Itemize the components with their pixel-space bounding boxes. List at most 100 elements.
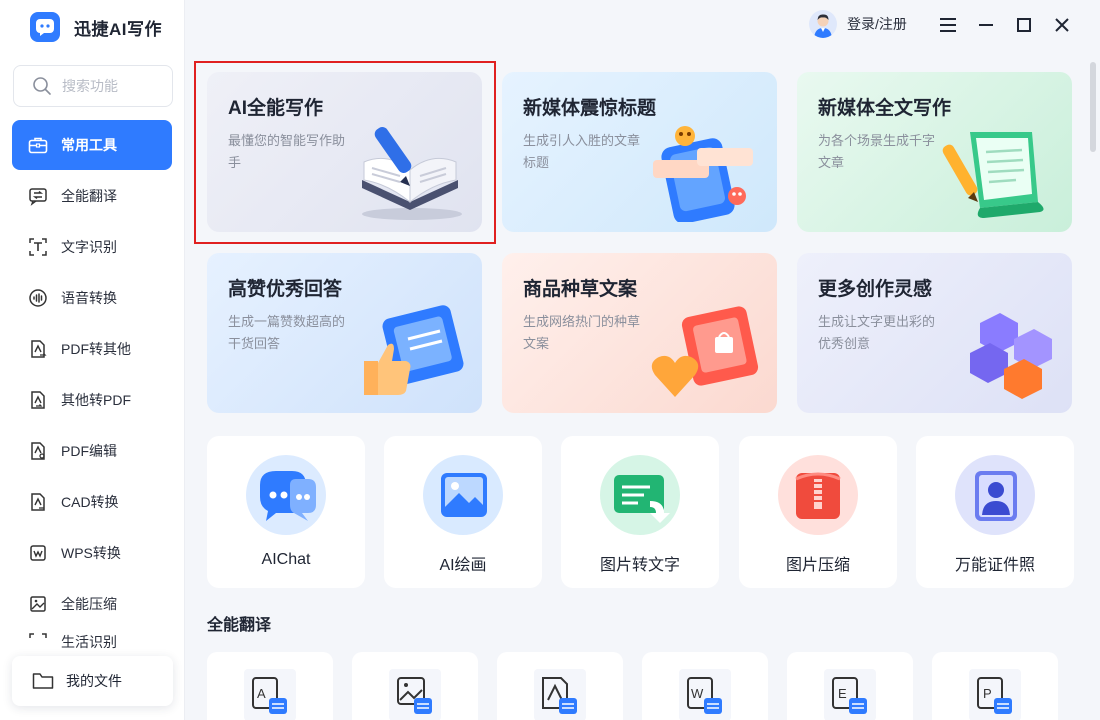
close-button[interactable] bbox=[1050, 13, 1074, 37]
svg-text:E: E bbox=[838, 686, 847, 701]
avatar bbox=[809, 10, 837, 38]
pdf-convert-icon bbox=[27, 338, 49, 360]
tool-label: AI绘画 bbox=[439, 557, 487, 574]
title-bar: 登录/注册 bbox=[186, 0, 1100, 50]
blocks-icon bbox=[970, 313, 1052, 399]
thumbs-up-doc-icon bbox=[364, 305, 464, 395]
sidebar-item-translate[interactable]: 全能翻译 bbox=[12, 170, 172, 221]
card-title: 新媒体全文写作 bbox=[818, 98, 952, 119]
sidebar-item-label: PDF编辑 bbox=[61, 442, 117, 459]
pdf-translate-icon bbox=[534, 669, 586, 720]
tool-aichat[interactable]: AIChat bbox=[207, 436, 365, 588]
sidebar-item-pdf-to-other[interactable]: PDF转其他 bbox=[12, 323, 172, 374]
cad-icon bbox=[27, 491, 49, 513]
search-placeholder: 搜索功能 bbox=[62, 78, 118, 94]
sidebar-item-common-tools[interactable]: 常用工具 bbox=[12, 120, 172, 170]
card-title: 新媒体震惊标题 bbox=[523, 98, 657, 119]
scrollbar[interactable] bbox=[1090, 62, 1096, 152]
login-label: 登录/注册 bbox=[847, 16, 907, 32]
card-desc: 最懂您的智能写作助手 bbox=[228, 133, 346, 170]
svg-text:A: A bbox=[257, 686, 266, 701]
login-button[interactable]: 登录/注册 bbox=[809, 10, 907, 38]
card-desc: 为各个场景生成千字文章 bbox=[818, 133, 936, 170]
tool-ai-painting[interactable]: AI绘画 bbox=[384, 436, 542, 588]
search-input[interactable]: 搜索功能 bbox=[13, 65, 173, 107]
menu-button[interactable] bbox=[936, 13, 960, 37]
sidebar-item-cad[interactable]: CAD转换 bbox=[12, 476, 172, 527]
svg-text:W: W bbox=[691, 686, 704, 701]
sidebar-item-label: PDF转其他 bbox=[61, 340, 131, 357]
app-logo-icon bbox=[30, 12, 60, 42]
card-desc: 生成一篇赞数超高的干货回答 bbox=[228, 314, 346, 351]
tool-image-to-text[interactable]: 图片转文字 bbox=[561, 436, 719, 588]
sidebar-item-label: 其他转PDF bbox=[61, 391, 131, 408]
translate-tile[interactable]: E bbox=[787, 652, 913, 720]
sidebar-item-compress[interactable]: 全能压缩 bbox=[12, 578, 172, 629]
translate-icon bbox=[27, 185, 49, 207]
to-pdf-icon bbox=[27, 389, 49, 411]
sidebar-item-life-recognition[interactable]: 生活识别 bbox=[12, 629, 172, 655]
zip-archive-icon bbox=[778, 455, 858, 535]
tool-id-photo[interactable]: 万能证件照 bbox=[916, 436, 1074, 588]
search-icon bbox=[33, 77, 51, 95]
tool-image-compress[interactable]: 图片压缩 bbox=[739, 436, 897, 588]
chat-bubbles-icon bbox=[246, 455, 326, 535]
sidebar-item-label: 常用工具 bbox=[61, 137, 117, 153]
tool-label: 图片压缩 bbox=[785, 557, 850, 574]
tool-label: 图片转文字 bbox=[599, 557, 680, 574]
maximize-icon bbox=[1017, 18, 1031, 32]
maximize-button[interactable] bbox=[1012, 13, 1036, 37]
card-product-copy[interactable]: 商品种草文案 生成网络热门的种草文案 bbox=[502, 253, 777, 413]
my-files-button[interactable]: 我的文件 bbox=[12, 656, 173, 706]
image-text-convert-icon bbox=[600, 455, 680, 535]
toolbox-icon bbox=[27, 134, 49, 156]
image-frame-icon bbox=[423, 455, 503, 535]
sidebar-item-ocr[interactable]: 文字识别 bbox=[12, 221, 172, 272]
heart-bag-icon bbox=[651, 306, 759, 397]
card-ai-writing[interactable]: AI全能写作 最懂您的智能写作助手 bbox=[207, 72, 482, 232]
svg-text:P: P bbox=[983, 686, 992, 701]
card-desc: 生成让文字更出彩的优秀创意 bbox=[818, 314, 936, 351]
word-translate-icon: W bbox=[679, 669, 731, 720]
card-top-answer[interactable]: 高赞优秀回答 生成一篇赞数超高的干货回答 bbox=[207, 253, 482, 413]
hamburger-menu-icon bbox=[940, 18, 956, 32]
tool-label: 万能证件照 bbox=[954, 557, 1035, 574]
open-book-pen-icon bbox=[362, 127, 462, 220]
translate-tile[interactable] bbox=[497, 652, 623, 720]
translate-tile[interactable] bbox=[352, 652, 478, 720]
my-files-label: 我的文件 bbox=[66, 673, 122, 689]
doc-translate-icon: A bbox=[244, 669, 296, 720]
wps-icon bbox=[27, 542, 49, 564]
excel-translate-icon: E bbox=[824, 669, 876, 720]
card-more-ideas[interactable]: 更多创作灵感 生成让文字更出彩的优秀创意 bbox=[797, 253, 1072, 413]
sidebar: 迅捷AI写作 搜索功能 常用工具 全能翻译 文字识别 语音转换 PDF转其他 其… bbox=[0, 0, 185, 720]
card-full-article[interactable]: 新媒体全文写作 为各个场景生成千字文章 bbox=[797, 72, 1072, 232]
sidebar-nav: 常用工具 全能翻译 文字识别 语音转换 PDF转其他 其他转PDF PDF编辑 bbox=[12, 120, 172, 655]
scroll-pen-icon bbox=[942, 132, 1044, 218]
sidebar-item-label: 全能翻译 bbox=[61, 187, 117, 204]
tool-label: AIChat bbox=[261, 551, 311, 568]
sidebar-item-wps[interactable]: WPS转换 bbox=[12, 527, 172, 578]
sidebar-item-label: 文字识别 bbox=[61, 238, 117, 255]
id-photo-person-icon bbox=[955, 455, 1035, 535]
image-compress-icon bbox=[27, 593, 49, 615]
card-headline[interactable]: 新媒体震惊标题 生成引人入胜的文章标题 bbox=[502, 72, 777, 232]
sidebar-item-label: WPS转换 bbox=[61, 544, 121, 561]
translate-tile[interactable]: P bbox=[932, 652, 1058, 720]
sidebar-item-label: 语音转换 bbox=[61, 289, 117, 306]
sidebar-item-other-to-pdf[interactable]: 其他转PDF bbox=[12, 374, 172, 425]
sidebar-item-voice[interactable]: 语音转换 bbox=[12, 272, 172, 323]
phone-headline-icon bbox=[653, 126, 753, 222]
ppt-translate-icon: P bbox=[969, 669, 1021, 720]
app-name: 迅捷AI写作 bbox=[74, 19, 162, 39]
card-title: 高赞优秀回答 bbox=[228, 279, 343, 300]
translate-tile[interactable]: A bbox=[207, 652, 333, 720]
minimize-button[interactable] bbox=[974, 13, 998, 37]
card-desc: 生成网络热门的种草文案 bbox=[523, 314, 641, 351]
card-title: AI全能写作 bbox=[228, 98, 324, 119]
card-title: 更多创作灵感 bbox=[818, 279, 933, 300]
translate-tile[interactable]: W bbox=[642, 652, 768, 720]
image-translate-icon bbox=[389, 669, 441, 720]
sidebar-item-pdf-edit[interactable]: PDF编辑 bbox=[12, 425, 172, 476]
voice-wave-icon bbox=[27, 287, 49, 309]
